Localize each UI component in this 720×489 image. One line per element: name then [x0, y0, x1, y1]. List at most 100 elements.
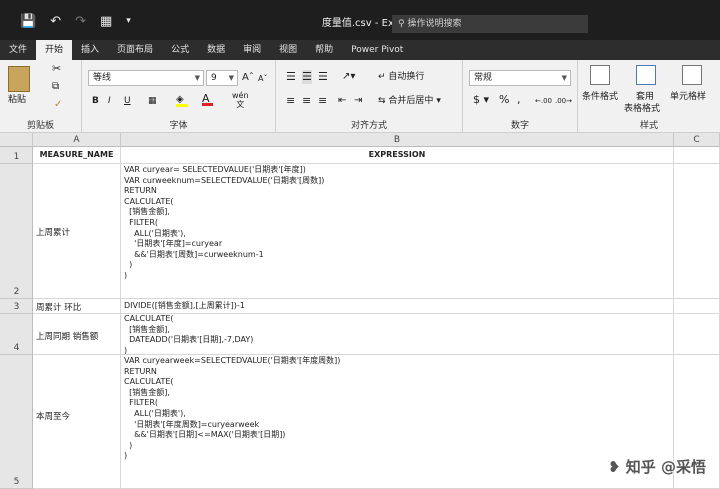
table-cell[interactable]: 周累计 环比 — [33, 299, 121, 314]
cell-styles-button[interactable]: 单元格样 — [670, 90, 706, 104]
align-left-icon[interactable]: ≡ — [286, 94, 295, 108]
increase-decimal-icon[interactable]: ←.00 — [535, 94, 552, 108]
paste-button[interactable]: 粘贴 — [8, 93, 26, 107]
font-group-label: 字体 — [169, 121, 188, 131]
decrease-decimal-icon[interactable]: .00→ — [555, 94, 572, 108]
table-cell[interactable]: 上周累计 — [33, 164, 121, 299]
number-group: 常规 ▼ $ ▾ % , ←.00 .00→ 数字 — [463, 60, 578, 133]
table-cell[interactable]: 本周至今 — [33, 355, 121, 489]
tab-home[interactable]: 开始 — [36, 40, 73, 60]
row-number: 2 — [13, 287, 20, 297]
align-bottom-icon[interactable]: ☰ — [318, 70, 328, 84]
conditional-format-button[interactable]: 条件格式 — [582, 90, 618, 104]
measure-name: 本周至今 — [36, 412, 71, 422]
row-number: 4 — [13, 343, 20, 353]
header-cell-measure-name[interactable]: MEASURE_NAME — [33, 147, 121, 164]
tab-page-layout[interactable]: 页面布局 — [108, 40, 162, 60]
decrease-font-icon[interactable]: Aˇ — [258, 72, 267, 86]
merge-center-label: 合并后居中 — [388, 96, 434, 106]
row-header[interactable]: 5 — [0, 355, 33, 489]
column-header-b[interactable]: B — [121, 133, 674, 147]
copy-icon[interactable]: ⧉ — [52, 80, 59, 94]
italic-button[interactable]: I — [108, 94, 111, 108]
row-header[interactable]: 3 — [0, 299, 33, 314]
expression-cell[interactable]: DIVIDE([销售金额],[上周累计])-1 — [121, 299, 674, 314]
tab-insert[interactable]: 插入 — [72, 40, 108, 60]
tab-file[interactable]: 文件 — [0, 40, 36, 60]
align-top-icon[interactable]: ☰ — [286, 70, 296, 84]
wrap-text-icon: ↵ — [378, 72, 386, 82]
row-number: 1 — [13, 152, 20, 162]
measure-name: 周累计 环比 — [36, 303, 82, 313]
comma-button[interactable]: , — [517, 93, 521, 107]
row-header[interactable]: 4 — [0, 314, 33, 355]
increase-font-icon[interactable]: Aˆ — [242, 71, 254, 85]
font-size-select[interactable]: 9 ▼ — [206, 70, 238, 86]
phonetic-icon[interactable]: wén 文 — [232, 91, 249, 109]
table-cell[interactable] — [674, 147, 720, 164]
font-name-select[interactable]: 等线 ▼ — [88, 70, 204, 86]
number-format-select[interactable]: 常规 ▼ — [469, 70, 571, 86]
table-cell[interactable]: 上周同期 销售额 — [33, 314, 121, 355]
row-number: 5 — [13, 477, 20, 487]
select-all-corner[interactable] — [0, 133, 33, 147]
file-name: 度量值.csv — [321, 18, 372, 29]
header-cell-expression[interactable]: EXPRESSION — [121, 147, 674, 164]
align-center-icon[interactable]: ≡ — [302, 94, 311, 108]
cut-icon[interactable]: ✂ — [52, 62, 61, 76]
measure-name: 上周同期 销售额 — [36, 332, 99, 342]
chevron-down-icon: ▼ — [194, 74, 200, 82]
format-as-table-label: 表格格式 — [624, 104, 661, 114]
table-cell[interactable] — [674, 299, 720, 314]
wrap-text-button[interactable]: ↵ 自动换行 — [378, 70, 424, 84]
align-middle-icon[interactable]: ☰ — [302, 70, 312, 84]
tab-review[interactable]: 审阅 — [234, 40, 270, 60]
search-icon: ⚲ — [398, 19, 405, 29]
table-cell[interactable] — [674, 314, 720, 355]
currency-button[interactable]: $ ▾ — [473, 93, 489, 107]
merge-center-button[interactable]: ⇆ 合并后居中 ▾ — [378, 94, 441, 108]
bold-button[interactable]: B — [92, 94, 99, 108]
paste-icon[interactable] — [8, 66, 30, 92]
tab-power-pivot[interactable]: Power Pivot — [342, 40, 412, 60]
decrease-indent-icon[interactable]: ⇤ — [338, 94, 346, 108]
ribbon: 粘贴 ✂ ⧉ ✓ 剪贴板 等线 ▼ 9 ▼ Aˆ Aˇ B I U ▦ ◈ A wé… — [0, 60, 720, 133]
tab-help[interactable]: 帮助 — [306, 40, 342, 60]
fill-color-icon[interactable]: ◈ — [176, 93, 188, 107]
tab-formulas[interactable]: 公式 — [162, 40, 198, 60]
increase-font-label: A — [242, 72, 249, 83]
phonetic-label: wén — [232, 91, 249, 100]
expression-cell[interactable]: CALCULATE( [销售金额], DATEADD('日期表'[日期],-7,… — [121, 314, 674, 355]
percent-button[interactable]: % — [499, 93, 509, 107]
font-size-value: 9 — [211, 73, 217, 83]
measure-name: 上周累计 — [36, 228, 71, 238]
chevron-down-icon: ▾ — [436, 96, 441, 106]
decrease-font-label: A — [258, 74, 264, 83]
row-header[interactable]: 2 — [0, 164, 33, 299]
watermark: ❥ 知乎 @采悟 — [608, 456, 706, 477]
currency-label: $ — [473, 93, 480, 106]
orientation-icon[interactable]: ↗▾ — [342, 70, 355, 84]
ribbon-tabs: 文件 开始 插入 页面布局 公式 数据 审阅 视图 帮助 Power Pivot — [0, 40, 720, 60]
number-format-value: 常规 — [474, 73, 493, 83]
tell-me-search[interactable]: ⚲ 操作说明搜索 — [392, 15, 588, 33]
increase-indent-icon[interactable]: ⇥ — [354, 94, 362, 108]
alignment-label: 对齐方式 — [350, 121, 387, 131]
expression-cell[interactable]: VAR curyearweek=SELECTEDVALUE('日期表'[年度周数… — [121, 355, 674, 489]
table-cell[interactable] — [674, 164, 720, 299]
format-as-table-icon — [636, 65, 656, 85]
column-header-a[interactable]: A — [33, 133, 121, 147]
row-header[interactable]: 1 — [0, 147, 33, 164]
borders-icon[interactable]: ▦ — [148, 94, 157, 108]
underline-button[interactable]: U — [124, 94, 131, 108]
font-color-icon[interactable]: A — [202, 92, 213, 106]
tab-data[interactable]: 数据 — [198, 40, 234, 60]
worksheet-grid: A B C 1 MEASURE_NAME EXPRESSION 2 上周累计 V… — [0, 133, 720, 489]
tab-view[interactable]: 视图 — [270, 40, 306, 60]
column-header-c[interactable]: C — [674, 133, 720, 147]
expression-cell[interactable]: VAR curyear= SELECTEDVALUE('日期表'[年度]) VA… — [121, 164, 674, 299]
font-group: 等线 ▼ 9 ▼ Aˆ Aˇ B I U ▦ ◈ A wén 文 字体 — [82, 60, 276, 133]
align-right-icon[interactable]: ≡ — [318, 94, 327, 108]
title-bar: 💾 ↶ ↷ ▦ ▾ 度量值.csv - Excel ⚲ 操作说明搜索 — [0, 0, 720, 40]
format-painter-icon[interactable]: ✓ — [54, 98, 62, 112]
